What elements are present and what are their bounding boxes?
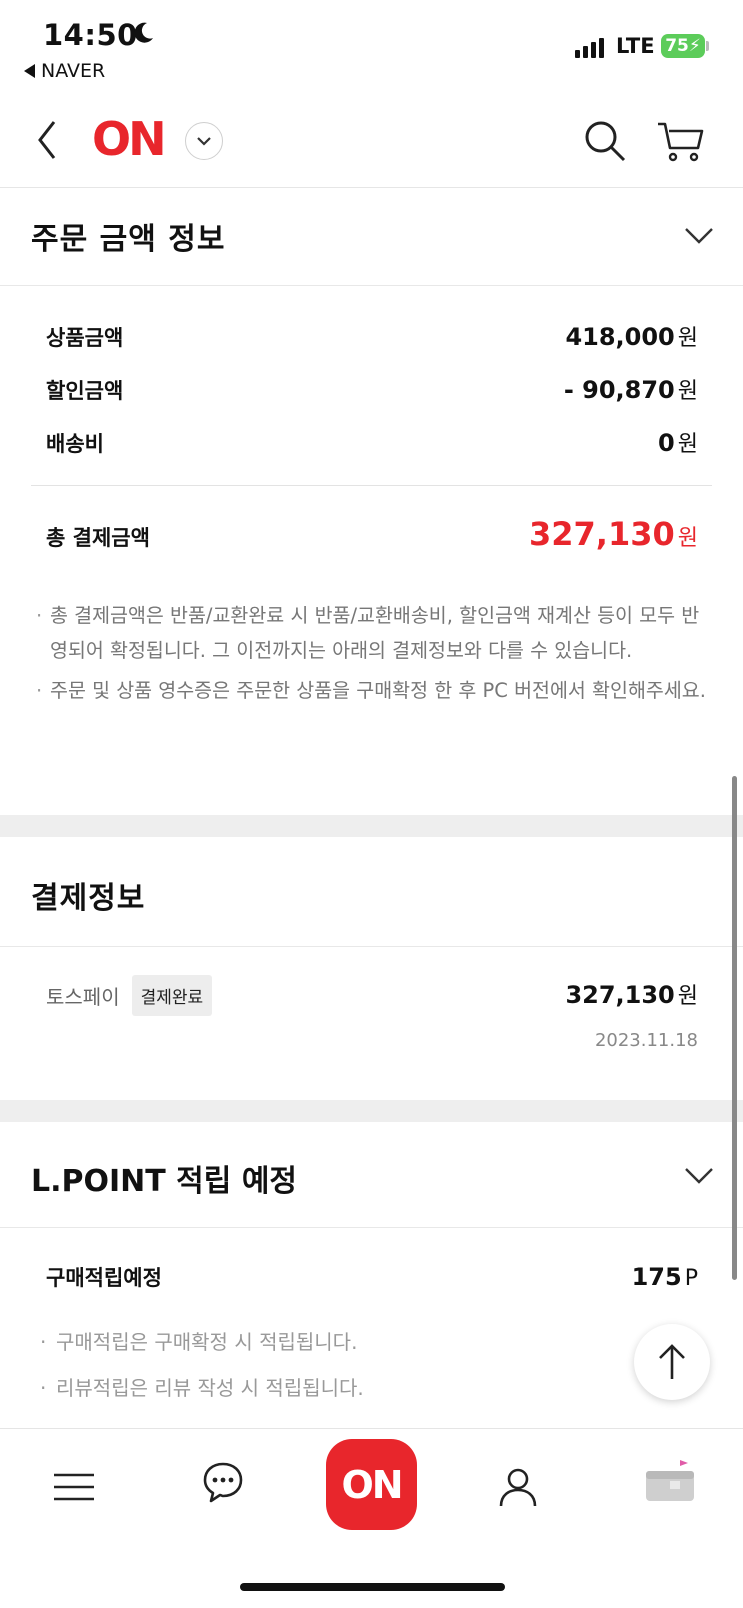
amount-row-shipping: 배송비 0원 (46, 426, 698, 458)
home-indicator (240, 1583, 505, 1591)
payment-method-name: 토스페이 (46, 985, 120, 1009)
menu-icon[interactable] (52, 1469, 96, 1505)
back-to-app-link[interactable]: NAVER (24, 60, 105, 82)
battery-icon: 75 ⚡ (661, 34, 705, 58)
chevron-down-icon[interactable] (185, 122, 223, 160)
lpoint-value: 175 (631, 1263, 682, 1291)
amount-row-discount: 할인금액 - 90,870 원 (46, 373, 698, 405)
status-badge: 결제완료 (131, 975, 213, 1016)
divider (31, 485, 712, 486)
order-amount-title: 주문 금액 정보 (31, 222, 226, 257)
total-unit: 원 (677, 526, 698, 551)
bottom-nav: ON (0, 1428, 743, 1608)
back-app-label: NAVER (41, 60, 106, 82)
chevron-down-icon[interactable] (683, 226, 715, 246)
note-item: 리뷰적립은 리뷰 작성 시 적립됩니다. (40, 1368, 720, 1408)
section-separator (0, 1100, 743, 1122)
payment-amount-value: 327,130 (565, 981, 675, 1009)
back-triangle-icon (24, 64, 35, 78)
payment-info-title: 결제정보 (31, 881, 146, 916)
scroll-to-top-button[interactable] (634, 1324, 710, 1400)
network-label: LTE (616, 34, 655, 58)
scrollbar[interactable] (732, 776, 737, 1280)
order-amount-notes: 총 결제금액은 반품/교환완료 시 반품/교환배송비, 할인금액 재계산 등이 … (36, 598, 716, 713)
search-icon[interactable] (582, 118, 628, 164)
battery-level: 75 (665, 36, 689, 56)
total-label: 총 결제금액 (46, 526, 150, 550)
payment-date: 2023.11.18 (594, 1030, 698, 1051)
lpoint-row: 구매적립예정 175 P (46, 1262, 698, 1292)
arrow-up-icon (659, 1344, 685, 1379)
lpoint-notes: 구매적립은 구매확정 시 적립됩니다. 리뷰적립은 리뷰 작성 시 적립됩니다. (40, 1322, 720, 1413)
lpoint-header[interactable]: L.POINT 적립 예정 (0, 1122, 743, 1228)
row-unit: 원 (677, 379, 698, 404)
chevron-down-icon[interactable] (683, 1166, 715, 1186)
note-item: 총 결제금액은 반품/교환완료 시 반품/교환배송비, 할인금액 재계산 등이 … (36, 598, 716, 668)
on-logo[interactable]: ON (92, 112, 167, 166)
amount-row-product: 상품금액 418,000 원 (46, 320, 698, 352)
chat-icon[interactable] (200, 1459, 246, 1505)
payment-method: 토스페이 결제완료 (46, 975, 213, 1016)
on-home-button[interactable]: ON (326, 1439, 417, 1530)
total-payment-row: 총 결제금액 327,130 원 (46, 515, 698, 553)
status-bar: 14:50 NAVER LTE 75 ⚡ (0, 0, 743, 90)
payment-amount: 327,130 원 (565, 978, 698, 1010)
status-time: 14:50 (43, 18, 138, 52)
section-separator (0, 815, 743, 837)
row-label: 상품금액 (46, 326, 124, 350)
row-label: 할인금액 (46, 379, 124, 403)
note-item: 구매적립은 구매확정 시 적립됩니다. (40, 1322, 720, 1362)
back-icon[interactable] (34, 118, 70, 162)
total-value: 327,130 (529, 515, 675, 553)
row-label: 배송비 (46, 432, 104, 456)
order-amount-header[interactable]: 주문 금액 정보 (0, 188, 743, 286)
lpoint-label: 구매적립예정 (46, 1266, 162, 1290)
note-item: 주문 및 상품 영수증은 주문한 상품을 구매확정 한 후 PC 버전에서 확인… (36, 673, 716, 708)
moon-icon (134, 22, 153, 43)
cart-icon[interactable] (656, 118, 706, 164)
battery-tip (706, 41, 709, 51)
app-header: ON (0, 100, 743, 188)
lpoint-unit: P (684, 1266, 698, 1291)
row-value: 0 (658, 429, 675, 457)
signal-icon (575, 36, 604, 58)
lpoint-title: L.POINT 적립 예정 (31, 1164, 298, 1199)
payment-info-header: 결제정보 (0, 837, 743, 947)
payment-amount-unit: 원 (677, 984, 698, 1009)
row-unit: 원 (677, 432, 698, 457)
recent-item-thumbnail[interactable] (640, 1457, 700, 1509)
row-unit: 원 (677, 326, 698, 351)
row-value: - 90,870 (563, 376, 675, 404)
my-page-icon[interactable] (496, 1465, 540, 1509)
row-value: 418,000 (565, 323, 675, 351)
